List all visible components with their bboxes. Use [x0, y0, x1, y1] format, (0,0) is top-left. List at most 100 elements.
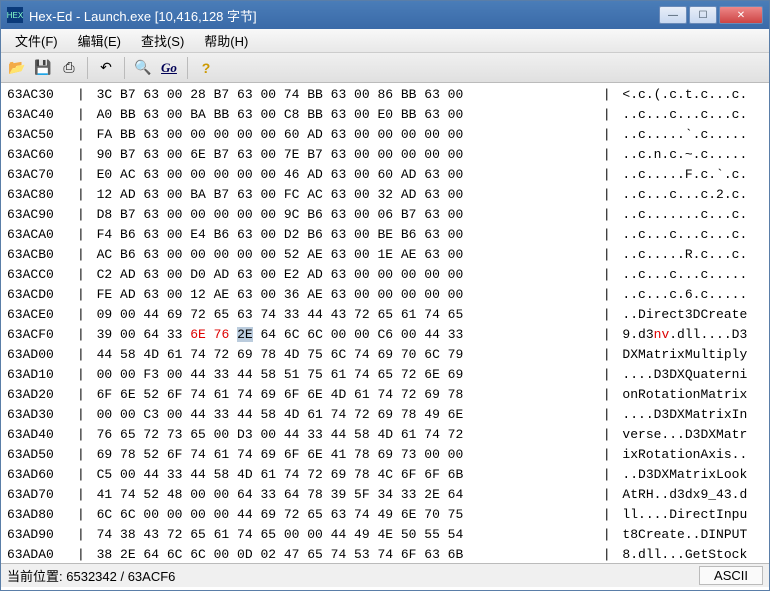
- hex-separator: |: [599, 445, 615, 465]
- hex-ascii[interactable]: ..c.....F.c.`.c.: [615, 165, 763, 185]
- hex-bytes[interactable]: 00 00 C3 00 44 33 44 58 4D 61 74 72 69 7…: [89, 405, 599, 425]
- hex-row[interactable]: 63AD90| 74 38 43 72 65 61 74 65 00 00 44…: [7, 525, 763, 545]
- hex-separator: |: [599, 325, 615, 345]
- hex-ascii[interactable]: ..c...c...c.....: [615, 265, 763, 285]
- hex-row[interactable]: 63AD00| 44 58 4D 61 74 72 69 78 4D 75 6C…: [7, 345, 763, 365]
- maximize-button[interactable]: ☐: [689, 6, 717, 24]
- hex-row[interactable]: 63AC60| 90 B7 63 00 6E B7 63 00 7E B7 63…: [7, 145, 763, 165]
- hex-separator: |: [599, 425, 615, 445]
- hex-bytes[interactable]: 74 38 43 72 65 61 74 65 00 00 44 49 4E 5…: [89, 525, 599, 545]
- hex-bytes[interactable]: 90 B7 63 00 6E B7 63 00 7E B7 63 00 00 0…: [89, 145, 599, 165]
- hex-bytes[interactable]: FE AD 63 00 12 AE 63 00 36 AE 63 00 00 0…: [89, 285, 599, 305]
- hex-ascii[interactable]: AtRH..d3dx9_43.d: [615, 485, 763, 505]
- search-icon[interactable]: 🔍: [131, 56, 155, 80]
- hex-ascii[interactable]: ..c...c...c...c.: [615, 105, 763, 125]
- hex-row[interactable]: 63AC40| A0 BB 63 00 BA BB 63 00 C8 BB 63…: [7, 105, 763, 125]
- hex-row[interactable]: 63ACA0| F4 B6 63 00 E4 B6 63 00 D2 B6 63…: [7, 225, 763, 245]
- hex-ascii[interactable]: ....D3DXQuaterni: [615, 365, 763, 385]
- hex-ascii[interactable]: ..Direct3DCreate: [615, 305, 763, 325]
- hex-ascii[interactable]: onRotationMatrix: [615, 385, 763, 405]
- hex-ascii[interactable]: <.c.(.c.t.c...c.: [615, 85, 763, 105]
- hex-ascii[interactable]: ..c...c.6.c.....: [615, 285, 763, 305]
- hex-bytes[interactable]: 6F 6E 52 6F 74 61 74 69 6F 6E 4D 61 74 7…: [89, 385, 599, 405]
- hex-ascii[interactable]: verse...D3DXMatr: [615, 425, 763, 445]
- hex-bytes[interactable]: 3C B7 63 00 28 B7 63 00 74 BB 63 00 86 B…: [89, 85, 599, 105]
- hex-row[interactable]: 63AC80| 12 AD 63 00 BA B7 63 00 FC AC 63…: [7, 185, 763, 205]
- hex-row[interactable]: 63AC90| D8 B7 63 00 00 00 00 00 9C B6 63…: [7, 205, 763, 225]
- hex-ascii[interactable]: ..c...c...c.2.c.: [615, 185, 763, 205]
- close-button[interactable]: ✕: [719, 6, 763, 24]
- hex-ascii[interactable]: ..c.n.c.~.c.....: [615, 145, 763, 165]
- hex-bytes[interactable]: AC B6 63 00 00 00 00 00 52 AE 63 00 1E A…: [89, 245, 599, 265]
- hex-row[interactable]: 63AD80| 6C 6C 00 00 00 00 44 69 72 65 63…: [7, 505, 763, 525]
- minimize-button[interactable]: —: [659, 6, 687, 24]
- hex-row[interactable]: 63AD50| 69 78 52 6F 74 61 74 69 6F 6E 41…: [7, 445, 763, 465]
- hex-bytes[interactable]: 69 78 52 6F 74 61 74 69 6F 6E 41 78 69 7…: [89, 445, 599, 465]
- hex-row[interactable]: 63AD70| 41 74 52 48 00 00 64 33 64 78 39…: [7, 485, 763, 505]
- hex-bytes[interactable]: 76 65 72 73 65 00 D3 00 44 33 44 58 4D 6…: [89, 425, 599, 445]
- hex-bytes[interactable]: 09 00 44 69 72 65 63 74 33 44 43 72 65 6…: [89, 305, 599, 325]
- hex-row[interactable]: 63AC70| E0 AC 63 00 00 00 00 00 46 AD 63…: [7, 165, 763, 185]
- hex-bytes[interactable]: 39 00 64 33 6E 76 2E 64 6C 6C 00 00 C6 0…: [89, 325, 599, 345]
- statusbar: 当前位置: 6532342 / 63ACF6 ASCII: [1, 563, 769, 587]
- hex-bytes[interactable]: E0 AC 63 00 00 00 00 00 46 AD 63 00 60 A…: [89, 165, 599, 185]
- hex-ascii[interactable]: 8.dll...GetStock: [615, 545, 763, 563]
- hex-bytes[interactable]: 38 2E 64 6C 6C 00 0D 02 47 65 74 53 74 6…: [89, 545, 599, 563]
- hex-row[interactable]: 63ACD0| FE AD 63 00 12 AE 63 00 36 AE 63…: [7, 285, 763, 305]
- hex-ascii[interactable]: ..c.....`.c.....: [615, 125, 763, 145]
- hex-bytes[interactable]: 44 58 4D 61 74 72 69 78 4D 75 6C 74 69 7…: [89, 345, 599, 365]
- goto-button[interactable]: Go: [157, 56, 181, 80]
- hex-bytes[interactable]: 12 AD 63 00 BA B7 63 00 FC AC 63 00 32 A…: [89, 185, 599, 205]
- hex-row[interactable]: 63ACB0| AC B6 63 00 00 00 00 00 52 AE 63…: [7, 245, 763, 265]
- status-mode[interactable]: ASCII: [699, 566, 763, 585]
- menu-file[interactable]: 文件(F): [5, 29, 68, 52]
- hex-bytes[interactable]: 41 74 52 48 00 00 64 33 64 78 39 5F 34 3…: [89, 485, 599, 505]
- hex-row[interactable]: 63AC50| FA BB 63 00 00 00 00 00 60 AD 63…: [7, 125, 763, 145]
- hex-separator: |: [73, 385, 89, 405]
- hex-ascii[interactable]: DXMatrixMultiply: [615, 345, 763, 365]
- hex-separator: |: [599, 345, 615, 365]
- hex-ascii[interactable]: t8Create..DINPUT: [615, 525, 763, 545]
- hex-row[interactable]: 63AD30| 00 00 C3 00 44 33 44 58 4D 61 74…: [7, 405, 763, 425]
- menu-help[interactable]: 帮助(H): [194, 29, 258, 52]
- hex-row[interactable]: 63ACC0| C2 AD 63 00 D0 AD 63 00 E2 AD 63…: [7, 265, 763, 285]
- status-position-value: 6532342 / 63ACF6: [66, 569, 175, 584]
- open-icon[interactable]: 📂: [5, 56, 29, 80]
- hex-bytes[interactable]: 6C 6C 00 00 00 00 44 69 72 65 63 74 49 6…: [89, 505, 599, 525]
- hex-ascii[interactable]: ixRotationAxis..: [615, 445, 763, 465]
- help-icon[interactable]: ?: [194, 56, 218, 80]
- hex-address: 63ACD0: [7, 285, 73, 305]
- hex-ascii[interactable]: ll....DirectInpu: [615, 505, 763, 525]
- save-as-icon[interactable]: ⎙: [57, 56, 81, 80]
- menu-edit[interactable]: 编辑(E): [68, 29, 131, 52]
- hex-ascii[interactable]: ..c.....R.c...c.: [615, 245, 763, 265]
- save-icon[interactable]: 💾: [31, 56, 55, 80]
- hex-bytes[interactable]: 00 00 F3 00 44 33 44 58 51 75 61 74 65 7…: [89, 365, 599, 385]
- hex-bytes[interactable]: C5 00 44 33 44 58 4D 61 74 72 69 78 4C 6…: [89, 465, 599, 485]
- hex-row[interactable]: 63ACF0| 39 00 64 33 6E 76 2E 64 6C 6C 00…: [7, 325, 763, 345]
- menu-find[interactable]: 查找(S): [131, 29, 194, 52]
- hex-ascii[interactable]: ..c...c...c...c.: [615, 225, 763, 245]
- hex-bytes[interactable]: A0 BB 63 00 BA BB 63 00 C8 BB 63 00 E0 B…: [89, 105, 599, 125]
- hex-address: 63AC40: [7, 105, 73, 125]
- hex-bytes[interactable]: F4 B6 63 00 E4 B6 63 00 D2 B6 63 00 BE B…: [89, 225, 599, 245]
- hex-view[interactable]: 63AC30| 3C B7 63 00 28 B7 63 00 74 BB 63…: [1, 83, 769, 563]
- hex-bytes[interactable]: D8 B7 63 00 00 00 00 00 9C B6 63 00 06 B…: [89, 205, 599, 225]
- hex-row[interactable]: 63ADA0| 38 2E 64 6C 6C 00 0D 02 47 65 74…: [7, 545, 763, 563]
- hex-row[interactable]: 63AD40| 76 65 72 73 65 00 D3 00 44 33 44…: [7, 425, 763, 445]
- hex-row[interactable]: 63AD60| C5 00 44 33 44 58 4D 61 74 72 69…: [7, 465, 763, 485]
- hex-address: 63ACB0: [7, 245, 73, 265]
- hex-ascii[interactable]: ..c.......c...c.: [615, 205, 763, 225]
- hex-ascii[interactable]: ..D3DXMatrixLook: [615, 465, 763, 485]
- hex-row[interactable]: 63AC30| 3C B7 63 00 28 B7 63 00 74 BB 63…: [7, 85, 763, 105]
- undo-icon[interactable]: ↶: [94, 56, 118, 80]
- hex-ascii[interactable]: ....D3DXMatrixIn: [615, 405, 763, 425]
- hex-bytes[interactable]: FA BB 63 00 00 00 00 00 60 AD 63 00 00 0…: [89, 125, 599, 145]
- hex-ascii[interactable]: 9.d3nv.dll....D3: [615, 325, 763, 345]
- hex-row[interactable]: 63ACE0| 09 00 44 69 72 65 63 74 33 44 43…: [7, 305, 763, 325]
- hex-row[interactable]: 63AD20| 6F 6E 52 6F 74 61 74 69 6F 6E 4D…: [7, 385, 763, 405]
- hex-row[interactable]: 63AD10| 00 00 F3 00 44 33 44 58 51 75 61…: [7, 365, 763, 385]
- hex-bytes[interactable]: C2 AD 63 00 D0 AD 63 00 E2 AD 63 00 00 0…: [89, 265, 599, 285]
- toolbar: 📂 💾 ⎙ ↶ 🔍 Go ?: [1, 53, 769, 83]
- hex-separator: |: [599, 165, 615, 185]
